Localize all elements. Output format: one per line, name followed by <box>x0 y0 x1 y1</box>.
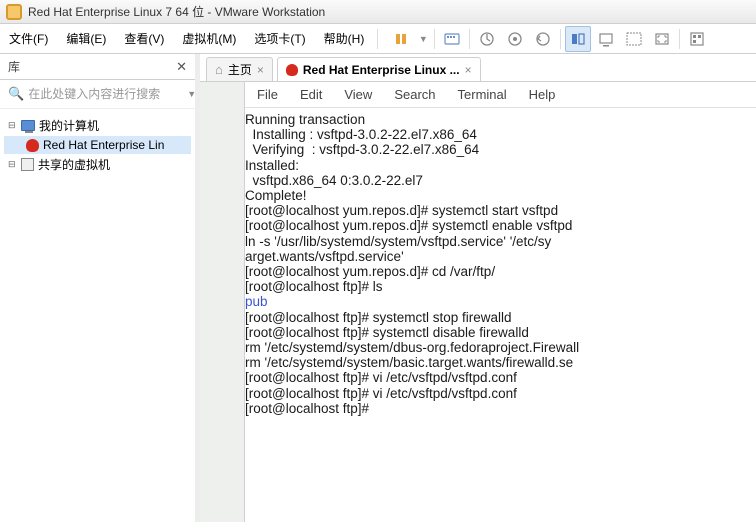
redhat-icon <box>286 64 298 76</box>
terminal-line: pub <box>245 294 756 309</box>
tab-home[interactable]: ⌂ 主页 × <box>206 57 273 81</box>
terminal-line: ln -s '/usr/lib/systemd/system/vsftpd.se… <box>245 234 756 249</box>
terminal-line: Verifying : vsftpd-3.0.2-22.el7.x86_64 <box>245 142 756 157</box>
library-tree: ⊟ 我的计算机 Red Hat Enterprise Lin ⊟ 共享的虚拟机 <box>0 109 195 181</box>
library-header: 库 ✕ <box>0 54 195 80</box>
terminal-line: vsftpd.x86_64 0:3.0.2-22.el7 <box>245 173 756 188</box>
tree-item-label: 共享的虚拟机 <box>38 156 110 173</box>
guest-window: File Edit View Search Terminal Help Runn… <box>245 82 756 522</box>
menu-vm[interactable]: 虚拟机(M) <box>173 24 245 53</box>
tree-item-label: Red Hat Enterprise Lin <box>43 138 164 152</box>
tab-label: Red Hat Enterprise Linux ... <box>303 63 460 77</box>
terminal-line: [root@localhost ftp]# systemctl stop fir… <box>245 310 756 325</box>
tree-item-label: 我的计算机 <box>39 117 99 134</box>
separator <box>679 29 680 49</box>
term-menu-help[interactable]: Help <box>529 87 556 102</box>
menu-file[interactable]: 文件(F) <box>0 24 57 53</box>
expander-icon[interactable]: ⊟ <box>8 159 17 170</box>
terminal-line: rm '/etc/systemd/system/dbus-org.fedorap… <box>245 340 756 355</box>
menu-edit[interactable]: 编辑(E) <box>57 24 115 53</box>
search-icon: 🔍 <box>8 86 24 102</box>
library-sidebar: 库 ✕ 🔍 ▼ ⊟ 我的计算机 Red Hat Enterprise Lin ⊟… <box>0 54 200 522</box>
shared-icon <box>21 158 34 171</box>
terminal-line: [root@localhost ftp]# systemctl disable … <box>245 325 756 340</box>
unity-button[interactable] <box>684 26 710 52</box>
terminal-line: Running transaction <box>245 112 756 127</box>
window-title: Red Hat Enterprise Linux 7 64 位 - VMware… <box>28 3 325 20</box>
computer-icon <box>21 120 35 131</box>
vm-left-gutter <box>200 82 245 522</box>
terminal-line: [root@localhost ftp]# vi /etc/vsftpd/vsf… <box>245 370 756 385</box>
thumbnail-bar-button[interactable] <box>565 26 591 52</box>
terminal-line: Installing : vsftpd-3.0.2-22.el7.x86_64 <box>245 127 756 142</box>
menu-tabs[interactable]: 选项卡(T) <box>245 24 314 53</box>
revert-button[interactable] <box>530 26 556 52</box>
separator <box>560 29 561 49</box>
close-icon[interactable]: × <box>257 63 264 77</box>
menu-view[interactable]: 查看(V) <box>115 24 173 53</box>
separator <box>434 29 435 49</box>
tree-shared-vms[interactable]: ⊟ 共享的虚拟机 <box>4 154 191 175</box>
terminal-line: [root@localhost ftp]# vi /etc/vsftpd/vsf… <box>245 386 756 401</box>
window-title-bar: Red Hat Enterprise Linux 7 64 位 - VMware… <box>0 0 756 24</box>
separator <box>377 29 378 49</box>
term-menu-view[interactable]: View <box>344 87 372 102</box>
vmware-icon <box>6 4 22 20</box>
fullscreen-button[interactable] <box>649 26 675 52</box>
search-row: 🔍 ▼ <box>0 80 195 109</box>
redhat-icon <box>26 139 39 152</box>
snapshot-button[interactable] <box>474 26 500 52</box>
terminal-line: [root@localhost ftp]# <box>245 401 756 416</box>
dropdown-button[interactable]: ▼ <box>416 26 430 52</box>
menu-help[interactable]: 帮助(H) <box>315 24 374 53</box>
terminal-line: [root@localhost ftp]# ls <box>245 279 756 294</box>
toolbar: ▼ <box>382 26 710 52</box>
send-ctrl-alt-del-button[interactable] <box>439 26 465 52</box>
fit-guest-button[interactable] <box>621 26 647 52</box>
term-menu-terminal[interactable]: Terminal <box>458 87 507 102</box>
main-area: 库 ✕ 🔍 ▼ ⊟ 我的计算机 Red Hat Enterprise Lin ⊟… <box>0 54 756 522</box>
home-icon: ⌂ <box>215 62 223 77</box>
terminal-menu-bar: File Edit View Search Terminal Help <box>245 82 756 108</box>
tree-my-computer[interactable]: ⊟ 我的计算机 <box>4 115 191 136</box>
snapshot-manage-button[interactable] <box>502 26 528 52</box>
menu-bar: 文件(F) 编辑(E) 查看(V) 虚拟机(M) 选项卡(T) 帮助(H) ▼ <box>0 24 756 54</box>
pause-button[interactable] <box>388 26 414 52</box>
vm-display[interactable]: File Edit View Search Terminal Help Runn… <box>200 82 756 522</box>
expander-icon[interactable]: ⊟ <box>8 120 17 131</box>
terminal-line: arget.wants/vsftpd.service' <box>245 249 756 264</box>
console-view-button[interactable] <box>593 26 619 52</box>
terminal-line: rm '/etc/systemd/system/basic.target.wan… <box>245 355 756 370</box>
terminal-line: [root@localhost yum.repos.d]# systemctl … <box>245 218 756 233</box>
terminal-line: Installed: <box>245 158 756 173</box>
terminal-line: [root@localhost yum.repos.d]# cd /var/ft… <box>245 264 756 279</box>
tab-vm[interactable]: Red Hat Enterprise Linux ... × <box>277 57 481 81</box>
term-menu-edit[interactable]: Edit <box>300 87 322 102</box>
close-icon[interactable]: ✕ <box>176 59 187 75</box>
library-title: 库 <box>8 58 20 75</box>
term-menu-search[interactable]: Search <box>394 87 435 102</box>
tab-label: 主页 <box>228 61 252 78</box>
close-icon[interactable]: × <box>465 63 472 77</box>
chevron-down-icon[interactable]: ▼ <box>187 89 196 99</box>
terminal-output[interactable]: Running transaction Installing : vsftpd-… <box>245 108 756 522</box>
term-menu-file[interactable]: File <box>257 87 278 102</box>
content-area: ⌂ 主页 × Red Hat Enterprise Linux ... × Fi… <box>200 54 756 522</box>
terminal-line: Complete! <box>245 188 756 203</box>
separator <box>469 29 470 49</box>
search-input[interactable] <box>28 87 183 101</box>
tree-vm-rhel[interactable]: Red Hat Enterprise Lin <box>4 136 191 154</box>
tab-bar: ⌂ 主页 × Red Hat Enterprise Linux ... × <box>200 54 756 82</box>
terminal-line: [root@localhost yum.repos.d]# systemctl … <box>245 203 756 218</box>
